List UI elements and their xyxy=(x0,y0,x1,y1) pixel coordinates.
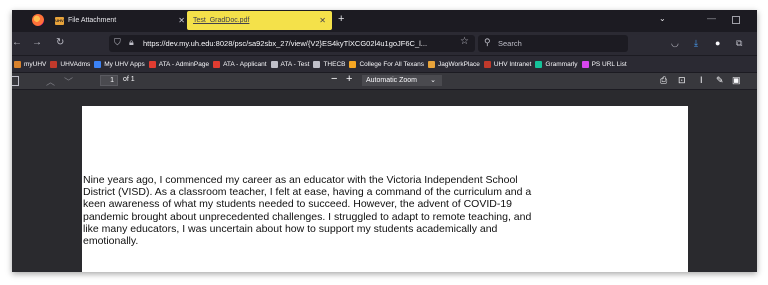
browser-window: UHV File Attachment ✕ Test_GradDoc.pdf ✕… xyxy=(12,10,757,272)
chevron-down-icon: ⌄ xyxy=(430,77,436,84)
maximize-icon[interactable] xyxy=(732,16,740,24)
search-placeholder: Search xyxy=(498,39,522,48)
bookmark-label: ATA - AdminPage xyxy=(158,60,210,68)
bookmark-item[interactable]: ATA - Applicant xyxy=(213,60,267,68)
bookmark-label: myUHV xyxy=(24,60,47,68)
account-avatar-icon[interactable]: ● xyxy=(715,38,720,48)
bookmarks-toolbar: myUHV UHVAdms My UHV Apps ATA - AdminPage AT… xyxy=(12,56,757,72)
globe-icon xyxy=(313,60,321,68)
tracking-protection-shield-icon[interactable]: ⛉ xyxy=(114,37,121,48)
uhv-icon xyxy=(50,60,58,68)
previous-page-chevron-up-icon[interactable]: ︿ xyxy=(46,75,55,88)
bookmark-label: Grammarly xyxy=(545,60,578,68)
extensions-icon[interactable]: ⧉ xyxy=(736,38,742,49)
bookmark-item[interactable]: THECB xyxy=(313,60,346,68)
bookmark-item[interactable]: ATA - Test xyxy=(270,60,310,68)
peoplesoft-icon xyxy=(148,60,156,68)
ps-icon xyxy=(581,60,589,68)
list-all-tabs-chevron-icon[interactable]: ⌄ xyxy=(659,14,666,23)
bookmark-label: ATA - Test xyxy=(280,60,310,68)
tab-strip: UHV File Attachment ✕ Test_GradDoc.pdf ✕… xyxy=(12,10,757,31)
back-arrow-icon[interactable]: ← xyxy=(12,37,22,48)
url-text[interactable]: https://dev.my.uh.edu:8028/psc/sa92sbx_2… xyxy=(143,39,457,48)
print-icon[interactable]: ⎙ xyxy=(660,75,667,86)
bookmark-label: ATA - Applicant xyxy=(223,60,267,68)
bookmark-item[interactable]: myUHV xyxy=(14,60,47,68)
tab-test-graddoc[interactable]: Test_GradDoc.pdf ✕ xyxy=(187,11,332,30)
lock-icon[interactable]: 🔒︎ xyxy=(129,37,134,48)
bookmark-star-icon[interactable]: ☆ xyxy=(460,36,469,47)
grammarly-icon xyxy=(535,60,543,68)
jaguar-icon xyxy=(428,60,436,68)
navigation-toolbar: ← → ↻ ⛉ 🔒︎ https://dev.my.uh.edu:8028/ps… xyxy=(12,32,757,55)
apps-grid-icon xyxy=(94,60,102,68)
star-icon xyxy=(349,60,357,68)
uhv-favicon-icon: UHV xyxy=(55,16,64,25)
bookmark-label: JagWorkPlace xyxy=(438,60,480,68)
bookmark-item[interactable]: PS URL List xyxy=(581,60,627,68)
image-icon[interactable]: ▣ xyxy=(732,75,741,86)
search-icon: ⚲ xyxy=(484,37,491,47)
address-bar[interactable]: ⛉ 🔒︎ https://dev.my.uh.edu:8028/psc/sa92… xyxy=(109,35,475,52)
peoplesoft-icon xyxy=(213,60,221,68)
bookmark-label: UHVAdms xyxy=(60,60,91,68)
bookmark-label: My UHV Apps xyxy=(104,60,145,68)
save-download-icon[interactable]: ⊡ xyxy=(678,75,686,86)
bookmark-item[interactable]: ATA - AdminPage xyxy=(148,60,210,68)
page-number-input[interactable]: 1 xyxy=(100,75,118,86)
tab-file-attachment[interactable]: UHV File Attachment ✕ xyxy=(55,11,185,30)
reload-icon[interactable]: ↻ xyxy=(56,37,64,48)
text-cursor-icon[interactable]: I xyxy=(700,75,703,85)
tab-title: File Attachment xyxy=(68,17,117,24)
page-count: of 1 xyxy=(123,76,135,83)
minimize-icon[interactable]: — xyxy=(707,13,716,23)
close-tab-icon[interactable]: ✕ xyxy=(319,16,326,25)
document-paragraph: Nine years ago, I commenced my career as… xyxy=(83,174,532,248)
draw-pen-icon[interactable]: ✎ xyxy=(716,75,724,86)
bookmark-item[interactable]: My UHV Apps xyxy=(94,60,145,68)
uhv-icon xyxy=(14,60,21,68)
zoom-select[interactable]: Automatic Zoom ⌄ xyxy=(362,75,442,86)
bookmark-item[interactable]: JagWorkPlace xyxy=(428,60,480,68)
zoom-in-icon[interactable]: + xyxy=(346,73,352,85)
new-tab-plus-icon[interactable]: + xyxy=(338,13,344,25)
uhv-icon xyxy=(483,60,491,68)
zoom-select-value: Automatic Zoom xyxy=(366,77,417,84)
bookmark-label: UHV Intranet xyxy=(493,60,532,68)
bookmark-label: PS URL List xyxy=(591,60,627,68)
search-bar[interactable]: ⚲ Search xyxy=(478,35,628,52)
bookmark-item[interactable]: College For All Texans xyxy=(349,60,425,68)
bookmark-label: College For All Texans xyxy=(359,60,425,68)
download-icon[interactable]: ⤓ xyxy=(694,38,698,49)
pocket-icon[interactable]: ◡ xyxy=(671,38,679,49)
zoom-out-icon[interactable]: − xyxy=(331,73,337,85)
bookmark-item[interactable]: Grammarly xyxy=(535,60,578,68)
sidebar-toggle-icon[interactable] xyxy=(12,76,19,86)
next-page-chevron-down-icon[interactable]: ﹀ xyxy=(64,75,73,88)
pdf-toolbar: ︿ ﹀ 1 of 1 − + Automatic Zoom ⌄ ⎙ ⊡ I ✎ … xyxy=(12,73,757,89)
tab-title: Test_GradDoc.pdf xyxy=(193,17,250,24)
globe-icon xyxy=(270,60,278,68)
bookmark-item[interactable]: UHV Intranet xyxy=(483,60,532,68)
close-tab-icon[interactable]: ✕ xyxy=(178,16,185,25)
forward-arrow-icon[interactable]: → xyxy=(32,37,42,48)
bookmark-item[interactable]: UHVAdms xyxy=(50,60,91,68)
firefox-logo-icon[interactable] xyxy=(32,14,44,26)
bookmark-label: THECB xyxy=(323,60,346,68)
